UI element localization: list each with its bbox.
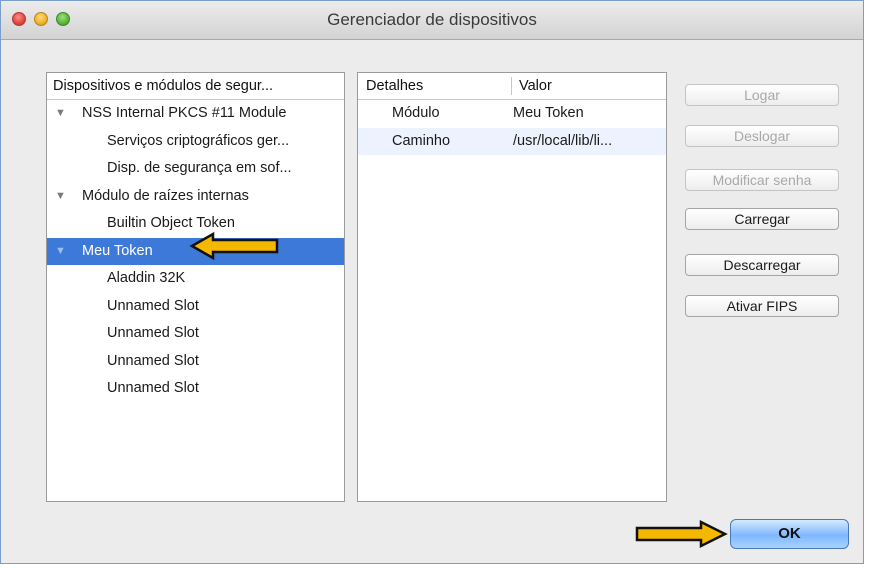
title-bar[interactable]: Gerenciador de dispositivos: [1, 1, 863, 40]
tree-item-unnamed-slot[interactable]: Unnamed Slot: [47, 320, 344, 348]
window-title: Gerenciador de dispositivos: [327, 10, 537, 29]
column-separator[interactable]: [511, 77, 512, 95]
tree-item-software-security-device[interactable]: Disp. de segurança em sof...: [47, 155, 344, 183]
value-column-header[interactable]: Valor: [519, 73, 552, 99]
deslogar-button[interactable]: Deslogar: [685, 125, 839, 147]
devices-modules-tree[interactable]: Dispositivos e módulos de segur... ▼ NSS…: [46, 72, 345, 502]
tree-item-aladdin-32k[interactable]: Aladdin 32K: [47, 265, 344, 293]
tree-item-crypto-services[interactable]: Serviços criptográficos ger...: [47, 128, 344, 156]
expand-triangle-icon[interactable]: ▼: [55, 100, 66, 128]
logar-button[interactable]: Logar: [685, 84, 839, 106]
tree-header-label: Dispositivos e módulos de segur...: [53, 78, 274, 94]
tree-header[interactable]: Dispositivos e módulos de segur...: [47, 73, 344, 100]
details-row-path[interactable]: Caminho /usr/local/lib/li...: [358, 127, 666, 155]
ativar-fips-button[interactable]: Ativar FIPS: [685, 295, 839, 317]
details-row-module[interactable]: Módulo Meu Token: [358, 100, 666, 128]
annotation-arrow-right-icon: [635, 519, 728, 549]
details-header: Detalhes Valor: [358, 73, 666, 100]
annotation-arrow-left-icon: [189, 231, 279, 261]
details-table[interactable]: Detalhes Valor Módulo Meu Token Caminho …: [357, 72, 667, 502]
device-manager-window: Gerenciador de dispositivos Dispositivos…: [0, 0, 864, 564]
details-column-header[interactable]: Detalhes: [366, 73, 423, 99]
tree-item-unnamed-slot[interactable]: Unnamed Slot: [47, 348, 344, 376]
descarregar-button[interactable]: Descarregar: [685, 254, 839, 276]
expand-triangle-icon[interactable]: ▼: [55, 183, 66, 211]
carregar-button[interactable]: Carregar: [685, 208, 839, 230]
tree-item-unnamed-slot[interactable]: Unnamed Slot: [47, 293, 344, 321]
tree-item-root-module[interactable]: ▼ Módulo de raízes internas: [47, 183, 344, 211]
modificar-senha-button[interactable]: Modificar senha: [685, 169, 839, 191]
tree-item-unnamed-slot[interactable]: Unnamed Slot: [47, 375, 344, 403]
tree-item-nss-internal-module[interactable]: ▼ NSS Internal PKCS #11 Module: [47, 100, 344, 128]
ok-button[interactable]: OK: [730, 519, 849, 549]
expand-triangle-icon[interactable]: ▼: [55, 238, 66, 266]
